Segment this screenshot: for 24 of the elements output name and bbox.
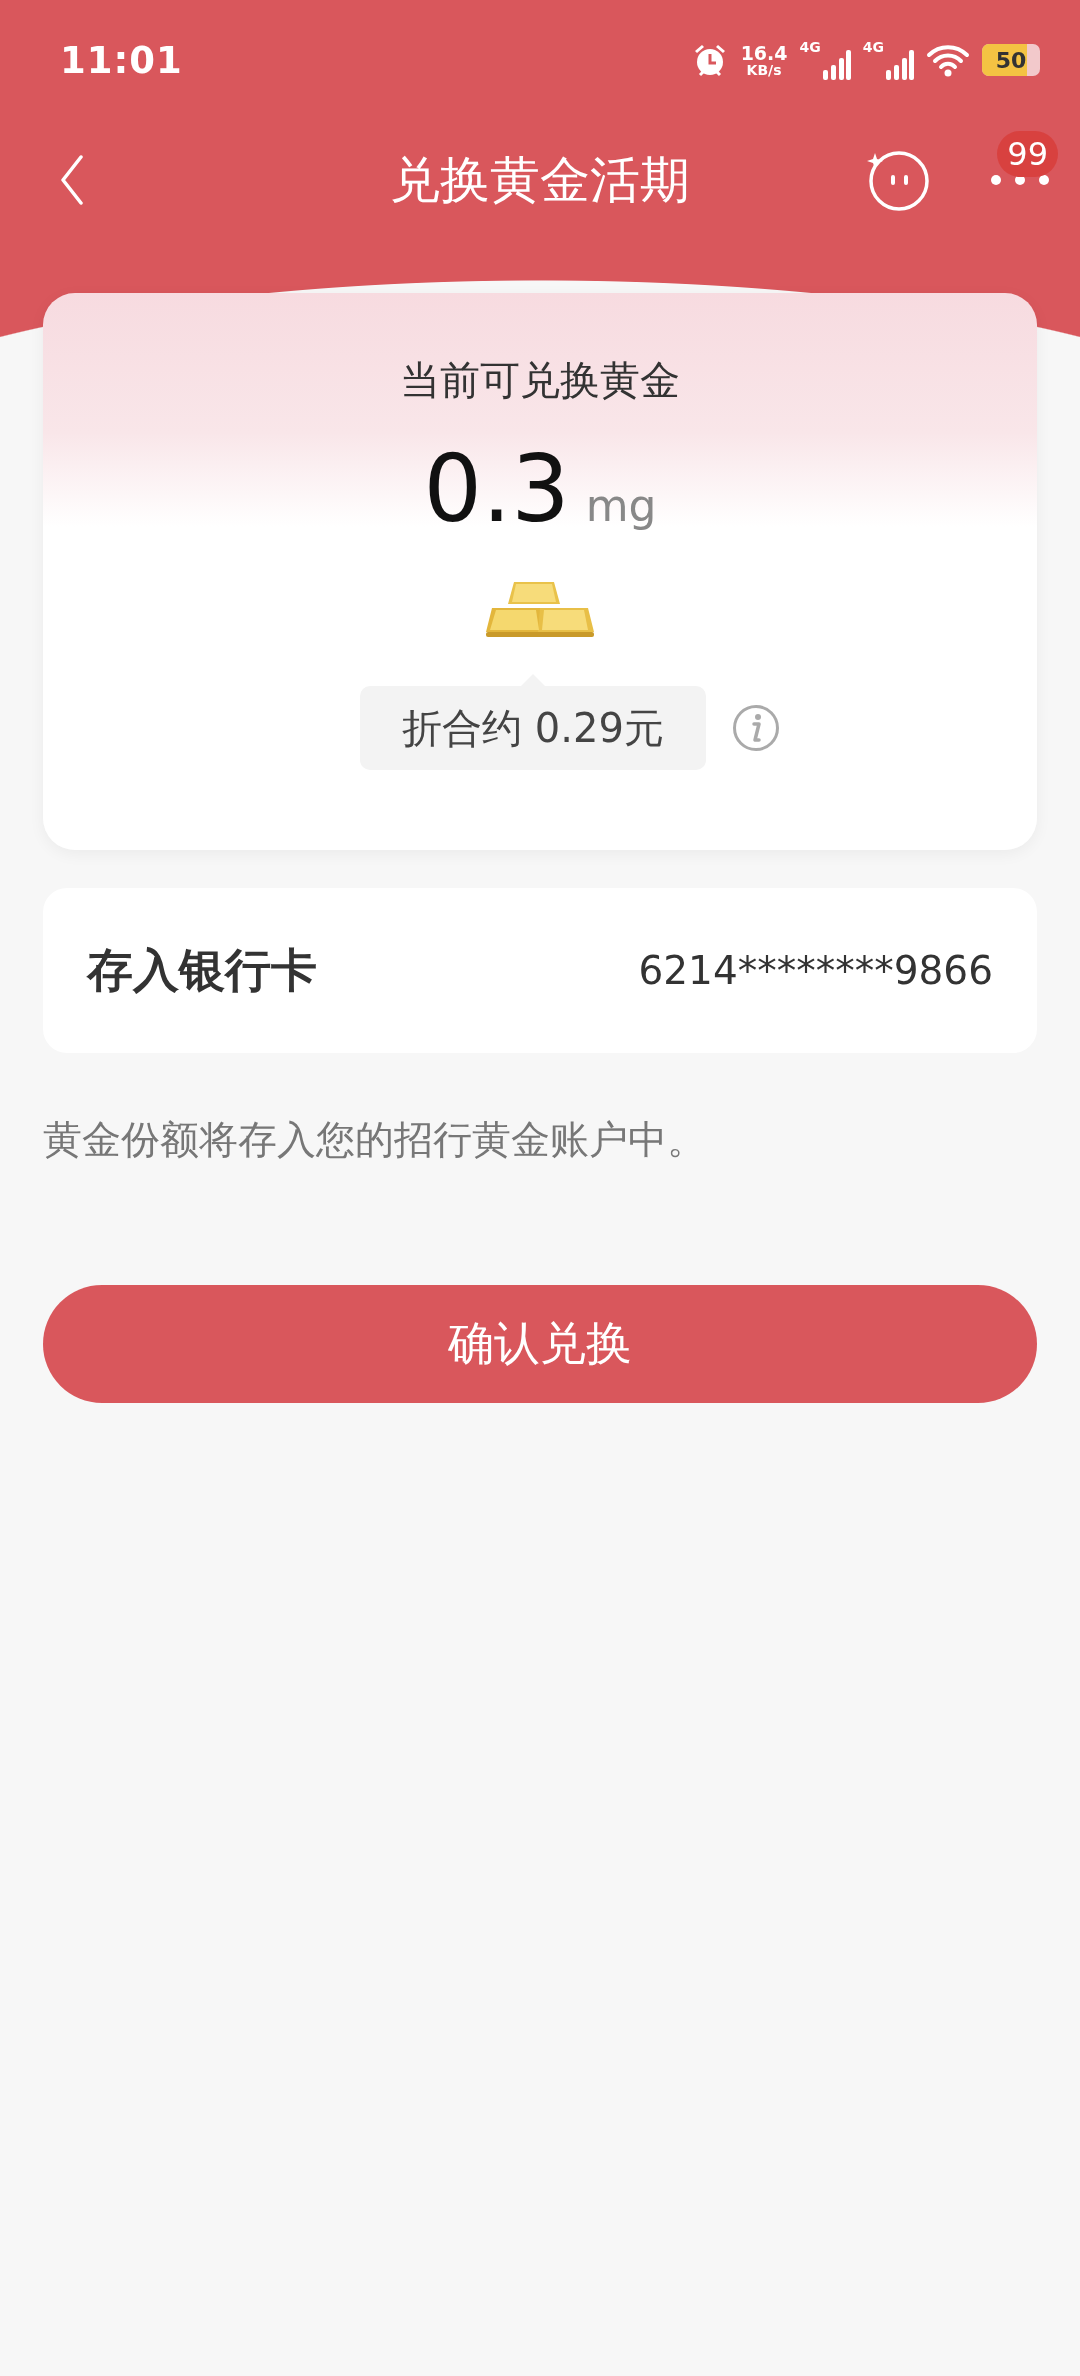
- page-title: 兑换黄金活期: [390, 150, 690, 209]
- battery-icon: 50: [982, 44, 1040, 76]
- info-icon[interactable]: [731, 704, 780, 752]
- more-icon[interactable]: [990, 173, 1050, 186]
- status-time: 11:01: [60, 38, 183, 82]
- deposit-note: 黄金份额将存入您的招行黄金账户中。: [43, 1117, 706, 1162]
- back-icon[interactable]: [60, 155, 84, 205]
- bullion-bars-icon: [484, 580, 596, 638]
- network-type: 4G: [862, 40, 884, 54]
- network-speed: 16.4: [740, 43, 788, 63]
- notification-badge: 99: [997, 130, 1058, 177]
- bank-card-label: 存入银行卡: [87, 941, 317, 999]
- metal-amount: 0.3: [423, 444, 570, 536]
- signal-icon: [886, 50, 914, 80]
- smiley-icon[interactable]: [866, 149, 930, 211]
- exchangeable-label: 当前可兑换黄金: [400, 356, 680, 405]
- confirm-exchange-button[interactable]: 确认兑换: [43, 1285, 1037, 1403]
- signal-icon: [822, 50, 851, 80]
- network-type: 4G: [799, 40, 821, 54]
- bank-card-number: 6214********9866: [638, 948, 993, 993]
- value-tooltip: 折合约 0.29元: [360, 674, 706, 770]
- network-speed-unit: KB/s: [746, 62, 782, 77]
- wifi-icon: [926, 43, 970, 77]
- weight-unit: mg: [585, 480, 657, 531]
